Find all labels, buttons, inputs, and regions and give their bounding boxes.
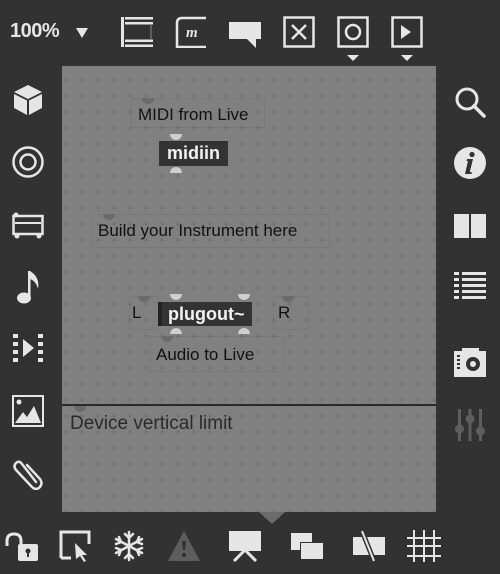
no-patch-cords-icon[interactable] <box>352 530 386 562</box>
comment-device-vertical-limit[interactable]: Device vertical limit <box>70 413 233 435</box>
info-icon[interactable] <box>453 146 487 180</box>
button-dropdown-caret-icon[interactable] <box>347 55 359 61</box>
mixer-sliders-icon[interactable] <box>454 408 486 442</box>
device-rack-icon[interactable] <box>12 212 44 240</box>
select-arrow-icon[interactable] <box>59 530 91 562</box>
comment-build-instrument[interactable]: Build your Instrument here <box>98 221 297 241</box>
grid-icon[interactable] <box>407 530 441 562</box>
plugout-object[interactable]: plugout~ <box>158 302 253 326</box>
comment-right[interactable]: R <box>278 303 290 323</box>
comment-audio-to-live[interactable]: Audio to Live <box>156 345 254 365</box>
search-icon[interactable] <box>454 86 486 118</box>
target-circle-icon[interactable] <box>12 146 44 178</box>
toggle-x-icon[interactable] <box>283 16 315 48</box>
paperclip-icon[interactable] <box>12 456 44 490</box>
midiin-object[interactable]: midiin <box>159 141 228 166</box>
play-dropdown-caret-icon[interactable] <box>401 55 413 61</box>
zoom-level[interactable]: 100% <box>10 20 60 43</box>
device-vertical-limit-line <box>62 404 436 406</box>
play-icon[interactable] <box>391 16 423 48</box>
comment-icon[interactable] <box>228 21 262 49</box>
unlock-icon[interactable] <box>4 532 38 562</box>
media-play-icon[interactable] <box>12 333 44 365</box>
music-note-icon[interactable] <box>16 269 42 305</box>
max-object-icon[interactable]: m <box>175 16 207 48</box>
plugout-inlet-right[interactable] <box>238 294 250 300</box>
package-cube-icon[interactable] <box>13 84 43 116</box>
comment-inlet <box>74 406 86 412</box>
freeze-snowflake-icon[interactable] <box>112 530 146 562</box>
plugout-outlet-right[interactable] <box>238 328 250 334</box>
snapshot-camera-icon[interactable] <box>454 347 486 377</box>
zoom-dropdown-caret-icon[interactable] <box>76 28 88 38</box>
presentation-layout-icon[interactable] <box>120 16 154 48</box>
svg-text:m: m <box>186 25 198 41</box>
patcher-canvas[interactable]: MIDI from Live midiin Build your Instrum… <box>62 66 436 512</box>
warning-icon <box>167 530 201 562</box>
presentation-icon[interactable] <box>228 530 262 562</box>
comment-midi-from-live[interactable]: MIDI from Live <box>138 105 249 125</box>
split-view-icon[interactable] <box>454 212 486 240</box>
comment-left[interactable]: L <box>132 303 141 323</box>
list-icon[interactable] <box>454 272 486 302</box>
midiin-outlet[interactable] <box>170 167 182 173</box>
canvas-resize-notch-icon[interactable] <box>259 512 285 524</box>
windows-icon[interactable] <box>290 532 324 560</box>
plugout-outlet-left[interactable] <box>170 328 182 334</box>
plugout-inlet-left[interactable] <box>170 294 182 300</box>
button-circle-icon[interactable] <box>337 16 369 48</box>
image-icon[interactable] <box>12 395 44 427</box>
midiin-inlet[interactable] <box>170 134 182 140</box>
